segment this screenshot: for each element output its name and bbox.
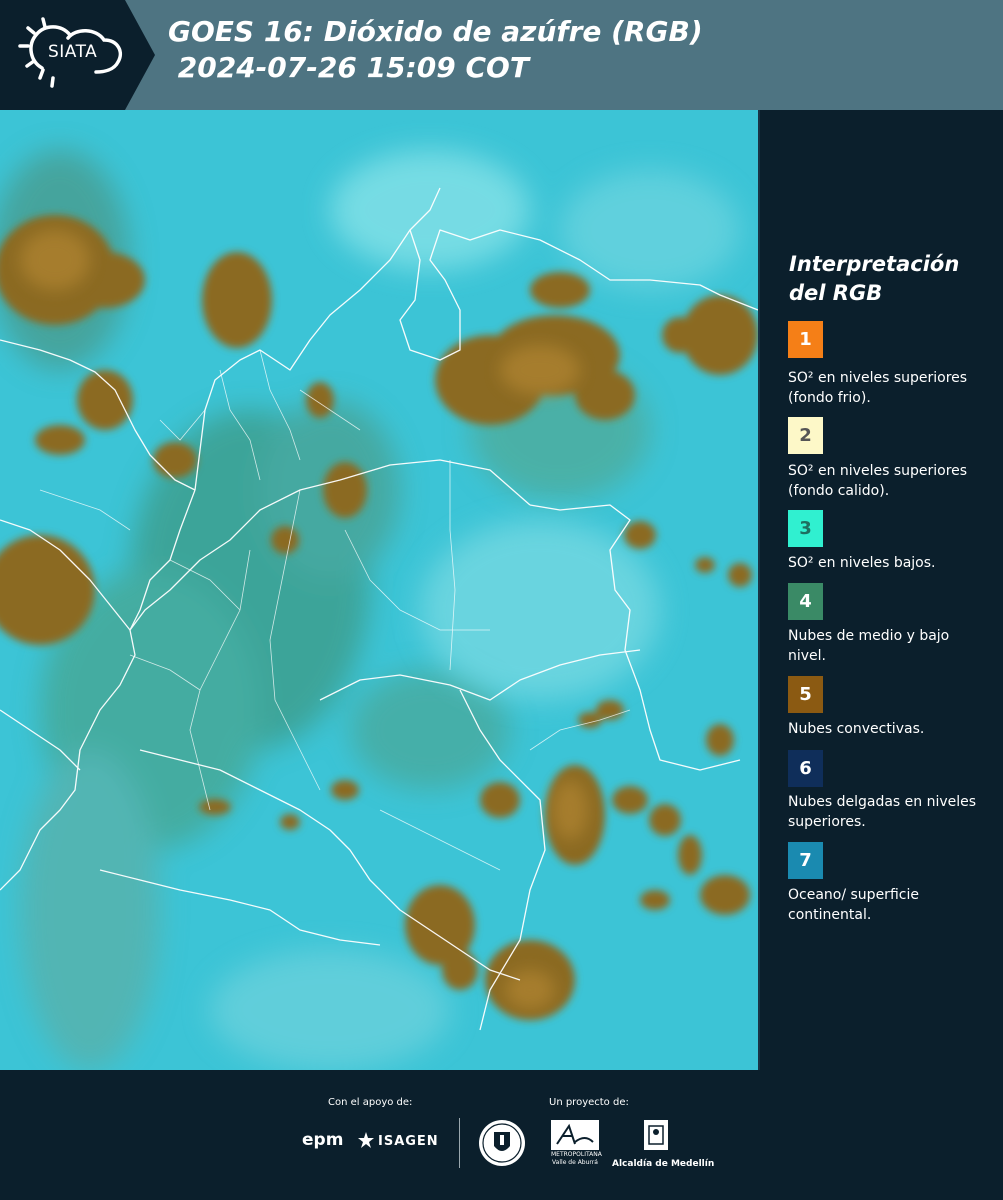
alcaldia-crest-icon <box>641 1118 671 1154</box>
legend-swatch-6: 6 <box>788 750 823 787</box>
area-metropolitana-icon <box>551 1120 599 1150</box>
medellin-seal-icon[interactable] <box>478 1118 526 1168</box>
page-title: GOES 16: Dióxido de azúfre (RGB) 2024-07… <box>168 15 703 84</box>
area-metropolitana-logo[interactable]: METROPOLITANA Valle de Aburrá <box>551 1120 602 1168</box>
legend-text-1: SO² en niveles superiores (fondo frio). <box>788 370 968 406</box>
alcaldia-label[interactable]: Alcaldía de Medellín <box>612 1159 714 1169</box>
legend-swatch-1: 1 <box>788 321 823 358</box>
legend-text-3: SO² en niveles bajos. <box>788 555 936 571</box>
siata-logo[interactable]: SIATA <box>0 0 155 110</box>
legend-swatch-7: 7 <box>788 842 823 879</box>
header-bar: SIATA GOES 16: Dióxido de azúfre (RGB) 2… <box>0 0 1003 110</box>
panel-divider <box>758 110 760 1070</box>
legend-title: Interpretación del RGB <box>789 252 960 305</box>
logo-text: SIATA <box>48 42 98 62</box>
legend-swatch-4: 4 <box>788 583 823 620</box>
isagen-icon <box>358 1132 374 1148</box>
epm-logo[interactable]: epm <box>302 1130 343 1150</box>
legend-swatch-5: 5 <box>788 676 823 713</box>
legend-text-2: SO² en niveles superiores (fondo calido)… <box>788 463 968 499</box>
support-label: Con el apoyo de: <box>328 1097 413 1108</box>
valle-aburra-label: Valle de Aburrá <box>552 1159 598 1166</box>
legend-swatch-2: 2 <box>788 417 823 454</box>
legend-text-6: Nubes delgadas en niveles superiores. <box>788 794 977 830</box>
satellite-map[interactable] <box>0 110 758 1070</box>
project-label: Un proyecto de: <box>549 1097 629 1108</box>
legend-text-7: Oceano/ superficie continental. <box>788 887 919 923</box>
footer-divider <box>459 1118 460 1168</box>
legend-text-5: Nubes convectivas. <box>788 721 925 737</box>
isagen-logo[interactable]: ISAGEN <box>378 1134 439 1149</box>
legend-swatch-3: 3 <box>788 510 823 547</box>
satellite-image <box>0 110 758 1070</box>
area-metropolitana-label: METROPOLITANA <box>551 1151 602 1158</box>
legend-text-4: Nubes de medio y bajo nivel. <box>788 628 950 664</box>
